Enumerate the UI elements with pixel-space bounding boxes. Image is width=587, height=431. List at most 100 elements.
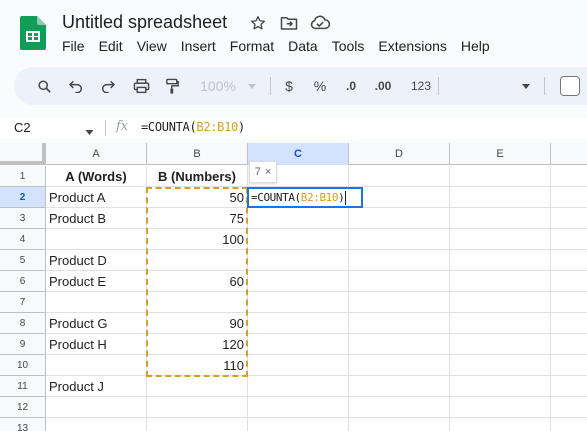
row-header-11[interactable]: 11	[0, 376, 46, 397]
menu-file[interactable]: File	[62, 38, 85, 54]
cell-f12[interactable]	[551, 397, 587, 418]
redo-icon[interactable]	[98, 76, 118, 96]
cell-b3[interactable]: 75	[147, 208, 248, 229]
cell-d2[interactable]	[349, 187, 450, 208]
cell-d8[interactable]	[349, 313, 450, 334]
cell-f8[interactable]	[551, 313, 587, 334]
cell-a10[interactable]	[46, 355, 147, 376]
cell-a9[interactable]: Product H	[46, 334, 147, 355]
cell-e1[interactable]	[450, 166, 551, 187]
cell-f4[interactable]	[551, 229, 587, 250]
cell-b11[interactable]	[147, 376, 248, 397]
cell-a7[interactable]	[46, 292, 147, 313]
cell-a3[interactable]: Product B	[46, 208, 147, 229]
cell-d10[interactable]	[349, 355, 450, 376]
row-header-13[interactable]: 13	[0, 418, 46, 431]
number-format-button[interactable]: 123	[408, 76, 434, 96]
cell-a8[interactable]: Product G	[46, 313, 147, 334]
formula-input[interactable]: =COUNTA(B2:B10)	[141, 120, 245, 134]
column-header-d[interactable]: D	[349, 143, 450, 165]
cell-e9[interactable]	[450, 334, 551, 355]
cell-f2[interactable]	[551, 187, 587, 208]
cell-f5[interactable]	[551, 250, 587, 271]
row-header-10[interactable]: 10	[0, 355, 46, 376]
menu-help[interactable]: Help	[461, 38, 490, 54]
cell-d12[interactable]	[349, 397, 450, 418]
cell-c8[interactable]	[248, 313, 349, 334]
cell-f10[interactable]	[551, 355, 587, 376]
menu-data[interactable]: Data	[288, 38, 318, 54]
move-to-folder-icon[interactable]	[279, 13, 299, 33]
cell-a13[interactable]	[46, 418, 147, 431]
cell-f11[interactable]	[551, 376, 587, 397]
cell-a11[interactable]: Product J	[46, 376, 147, 397]
cell-c4[interactable]	[248, 229, 349, 250]
name-box-dropdown-icon[interactable]	[85, 122, 94, 140]
row-header-2[interactable]: 2	[0, 187, 46, 208]
cell-b6[interactable]: 60	[147, 271, 248, 292]
row-header-12[interactable]: 12	[0, 397, 46, 418]
cell-a2[interactable]: Product A	[46, 187, 147, 208]
cell-a4[interactable]	[46, 229, 147, 250]
cell-c11[interactable]	[248, 376, 349, 397]
column-header-a[interactable]: A	[46, 143, 147, 165]
cell-b1[interactable]: B (Numbers)	[147, 166, 248, 187]
cell-b2[interactable]: 50	[147, 187, 248, 208]
cell-e6[interactable]	[450, 271, 551, 292]
menu-tools[interactable]: Tools	[332, 38, 365, 54]
row-header-9[interactable]: 9	[0, 334, 46, 355]
cell-c7[interactable]	[248, 292, 349, 313]
cell-c3[interactable]	[248, 208, 349, 229]
cell-e10[interactable]	[450, 355, 551, 376]
column-header-e[interactable]: E	[450, 143, 551, 165]
cell-d1[interactable]	[349, 166, 450, 187]
select-all-corner[interactable]	[0, 143, 46, 165]
cell-b5[interactable]	[147, 250, 248, 271]
zoom-dropdown-icon[interactable]	[246, 76, 258, 96]
cell-b4[interactable]: 100	[147, 229, 248, 250]
cell-e3[interactable]	[450, 208, 551, 229]
menu-view[interactable]: View	[137, 38, 167, 54]
document-title[interactable]: Untitled spreadsheet	[62, 12, 227, 33]
cell-d9[interactable]	[349, 334, 450, 355]
cell-b13[interactable]	[147, 418, 248, 431]
cell-b10[interactable]: 110	[147, 355, 248, 376]
cell-a6[interactable]: Product E	[46, 271, 147, 292]
cell-f3[interactable]	[551, 208, 587, 229]
cell-e5[interactable]	[450, 250, 551, 271]
cell-e2[interactable]	[450, 187, 551, 208]
search-icon[interactable]	[34, 76, 54, 96]
sheets-logo[interactable]	[20, 16, 46, 50]
row-header-7[interactable]: 7	[0, 292, 46, 313]
menu-format[interactable]: Format	[230, 38, 274, 54]
cell-b9[interactable]: 120	[147, 334, 248, 355]
percent-format-button[interactable]: %	[312, 76, 328, 96]
cell-d4[interactable]	[349, 229, 450, 250]
undo-icon[interactable]	[66, 76, 86, 96]
increase-decimal-button[interactable]: .00	[371, 76, 395, 96]
cell-e13[interactable]	[450, 418, 551, 431]
font-dropdown-icon[interactable]	[520, 76, 532, 96]
cell-d5[interactable]	[349, 250, 450, 271]
cell-d7[interactable]	[349, 292, 450, 313]
cell-b7[interactable]	[147, 292, 248, 313]
cell-a1[interactable]: A (Words)	[46, 166, 147, 187]
row-header-4[interactable]: 4	[0, 229, 46, 250]
column-header-b[interactable]: B	[147, 143, 248, 165]
cell-b8[interactable]: 90	[147, 313, 248, 334]
cell-f9[interactable]	[551, 334, 587, 355]
menu-extensions[interactable]: Extensions	[378, 38, 446, 54]
cell-e12[interactable]	[450, 397, 551, 418]
menu-insert[interactable]: Insert	[181, 38, 216, 54]
cell-b12[interactable]	[147, 397, 248, 418]
cell-d13[interactable]	[349, 418, 450, 431]
cell-c6[interactable]	[248, 271, 349, 292]
row-header-1[interactable]: 1	[0, 166, 46, 187]
cell-e4[interactable]	[450, 229, 551, 250]
cell-d6[interactable]	[349, 271, 450, 292]
font-size-field[interactable]	[560, 76, 580, 96]
cell-a5[interactable]: Product D	[46, 250, 147, 271]
row-header-6[interactable]: 6	[0, 271, 46, 292]
cell-c5[interactable]	[248, 250, 349, 271]
currency-format-button[interactable]: $	[281, 76, 297, 96]
